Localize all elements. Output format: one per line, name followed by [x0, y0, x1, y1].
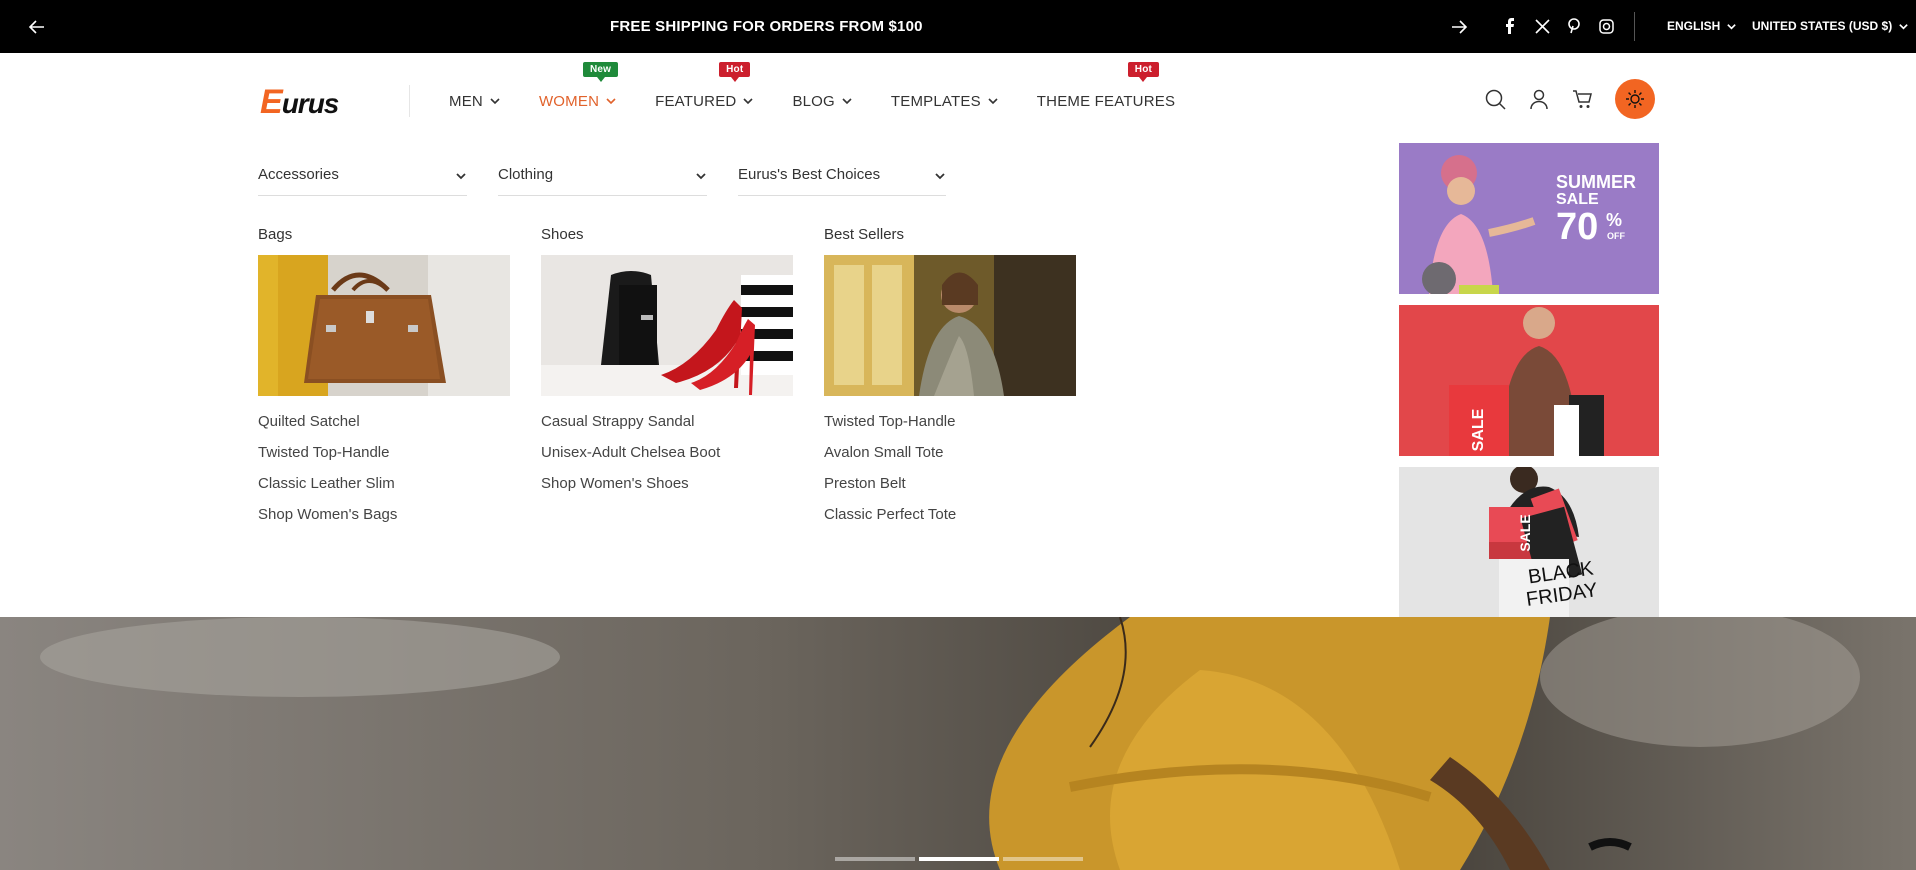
menu-column-bags: Bags Quilted Satchel Twisted Top-Handle … — [258, 226, 510, 530]
shoes-image[interactable] — [541, 255, 793, 396]
summer-sale-banner[interactable]: SUMMER SALE 70 % OFF — [1399, 143, 1659, 294]
menu-link[interactable]: Unisex-Adult Chelsea Boot — [541, 437, 793, 468]
chevron-down-icon — [456, 173, 466, 180]
tab-accessories[interactable]: Accessories — [258, 163, 467, 196]
search-icon[interactable] — [1483, 87, 1507, 111]
account-icon[interactable] — [1527, 87, 1551, 111]
site-header: Eurus MEN New WOMEN Hot FEATURED BLOG TE… — [0, 53, 1916, 143]
menu-link[interactable]: Avalon Small Tote — [824, 437, 1076, 468]
bags-links: Quilted Satchel Twisted Top-Handle Class… — [258, 406, 510, 530]
nav-label: BLOG — [792, 92, 835, 110]
announcement-bar: FREE SHIPPING FOR ORDERS FROM $100 ENGLI… — [0, 0, 1916, 53]
women-mega-menu: Accessories Clothing Eurus's Best Choice… — [0, 143, 1916, 617]
main-nav: MEN New WOMEN Hot FEATURED BLOG TEMPLATE… — [449, 62, 1213, 115]
chevron-down-icon — [1727, 24, 1737, 30]
nav-label: WOMEN — [538, 92, 600, 110]
logo-e: E — [260, 83, 283, 121]
chevron-down-icon — [842, 98, 852, 105]
chevron-down-icon — [935, 173, 945, 180]
hot-badge: Hot — [1127, 62, 1160, 82]
black-friday-sale-word: SALE — [1517, 514, 1533, 552]
nav-label: FEATURED — [655, 92, 737, 110]
nav-label: MEN — [449, 92, 483, 110]
menu-link[interactable]: Shop Women's Shoes — [541, 468, 793, 499]
slideshow-indicators — [835, 857, 1083, 861]
menu-link[interactable]: Twisted Top-Handle — [824, 406, 1076, 437]
hero-slideshow[interactable] — [0, 617, 1916, 870]
chevron-down-icon — [696, 173, 706, 180]
nav-blog[interactable]: BLOG — [792, 87, 852, 115]
tab-label: Accessories — [258, 166, 339, 183]
menu-link[interactable]: Preston Belt — [824, 468, 1076, 499]
currency-selector[interactable]: UNITED STATES (USD $) — [1752, 0, 1909, 53]
arrow-left-icon[interactable] — [26, 16, 48, 38]
chevron-down-icon — [743, 98, 754, 105]
column-title: Shoes — [541, 226, 584, 243]
summer-sale-percent-sign: % — [1606, 210, 1623, 230]
social-links — [1500, 16, 1616, 36]
header-actions — [1483, 79, 1655, 119]
menu-link[interactable]: Quilted Satchel — [258, 406, 510, 437]
nav-women[interactable]: New WOMEN — [538, 62, 619, 115]
sale-banner[interactable]: SALE — [1399, 305, 1659, 456]
menu-link[interactable]: Shop Women's Bags — [258, 499, 510, 530]
nav-label: THEME FEATURES — [1036, 92, 1176, 110]
header-divider — [409, 85, 410, 117]
menu-link[interactable]: Twisted Top-Handle — [258, 437, 510, 468]
language-label: ENGLISH — [1667, 19, 1721, 33]
column-title: Bags — [258, 226, 293, 243]
logo-rest: urus — [281, 88, 340, 119]
best-sellers-links: Twisted Top-Handle Avalon Small Tote Pre… — [824, 406, 1076, 530]
cart-icon[interactable] — [1571, 87, 1595, 111]
summer-sale-off: OFF — [1607, 231, 1625, 241]
slide-indicator-active[interactable] — [919, 857, 999, 861]
chevron-down-icon — [1899, 24, 1908, 30]
pinterest-icon[interactable] — [1564, 16, 1584, 36]
chevron-down-icon — [988, 98, 998, 105]
slide-indicator[interactable] — [835, 857, 915, 861]
instagram-icon[interactable] — [1596, 16, 1616, 36]
menu-link[interactable]: Classic Leather Slim — [258, 468, 510, 499]
topbar-divider — [1634, 12, 1635, 41]
language-selector[interactable]: ENGLISH — [1667, 0, 1737, 53]
facebook-icon[interactable] — [1500, 16, 1520, 36]
menu-column-best-sellers: Best Sellers Twisted Top-Handle Avalon S… — [824, 226, 1076, 530]
tab-label: Clothing — [498, 166, 554, 183]
column-title: Best Sellers — [824, 226, 905, 243]
nav-templates[interactable]: TEMPLATES — [891, 87, 999, 115]
tab-best-choices[interactable]: Eurus's Best Choices — [738, 163, 946, 196]
black-friday-banner[interactable]: SALE BLACK FRIDAY — [1399, 467, 1659, 617]
bags-image[interactable] — [258, 255, 510, 396]
logo[interactable]: Eurus — [260, 83, 340, 122]
currency-label: UNITED STATES (USD $) — [1752, 19, 1893, 33]
tab-clothing[interactable]: Clothing — [498, 163, 707, 196]
new-badge: New — [582, 62, 619, 82]
shoes-links: Casual Strappy Sandal Unisex-Adult Chels… — [541, 406, 793, 499]
menu-column-shoes: Shoes Casual Strappy Sandal Unisex-Adult… — [541, 226, 793, 499]
menu-link[interactable]: Casual Strappy Sandal — [541, 406, 793, 437]
slide-indicator[interactable] — [1003, 857, 1083, 861]
summer-sale-line1: SUMMER — [1556, 172, 1636, 192]
summer-sale-percent: 70 — [1556, 206, 1599, 248]
nav-label: TEMPLATES — [890, 92, 981, 110]
nav-men[interactable]: MEN — [449, 87, 501, 115]
sale-word: SALE — [1470, 408, 1487, 452]
arrow-right-icon[interactable] — [1448, 16, 1470, 38]
nav-theme-features[interactable]: Hot THEME FEATURES — [1036, 62, 1176, 115]
menu-link[interactable]: Classic Perfect Tote — [824, 499, 1076, 530]
best-sellers-image[interactable] — [824, 255, 1076, 396]
sun-icon[interactable] — [1615, 79, 1655, 119]
x-icon[interactable] — [1532, 16, 1552, 36]
tab-label: Eurus's Best Choices — [738, 166, 881, 183]
chevron-down-icon — [490, 98, 500, 105]
hot-badge: Hot — [719, 62, 751, 82]
mega-menu-tabs: Accessories Clothing Eurus's Best Choice… — [258, 163, 946, 196]
nav-featured[interactable]: Hot FEATURED — [655, 62, 754, 115]
chevron-down-icon — [606, 98, 616, 105]
announcement-text: FREE SHIPPING FOR ORDERS FROM $100 — [610, 18, 923, 35]
